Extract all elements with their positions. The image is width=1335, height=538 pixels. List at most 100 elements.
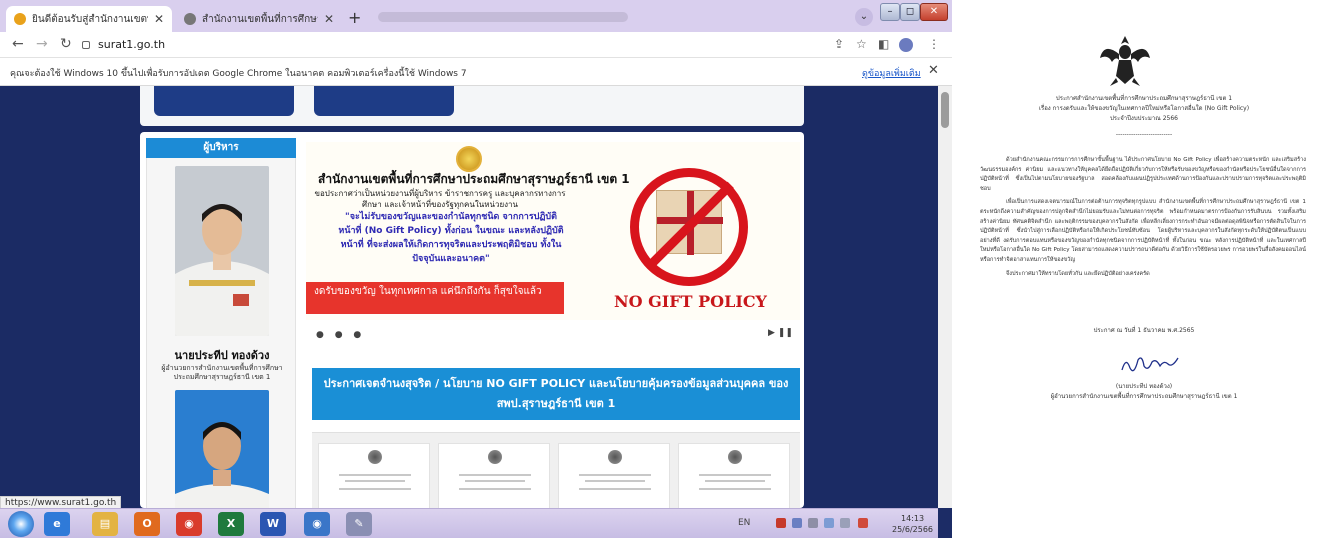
document-paragraph: จึงประกาศมาให้ทราบโดยทั่วกัน และยึดปฏิบั… — [1006, 270, 1150, 277]
scrollbar-thumb[interactable] — [941, 92, 949, 128]
document-thumbnail[interactable] — [438, 443, 550, 508]
executive-title: ผู้อำนวยการสำนักงานเขตพื้นที่การศึกษาประ… — [161, 364, 283, 381]
windows-taskbar: EN 14:13 25/6/2566 e ▤ O ◉ X W ◉ ✎ — [0, 508, 938, 538]
signer-title: ผู้อำนวยการสำนักงานเขตพื้นที่การศึกษาประ… — [1050, 393, 1238, 400]
garuda-emblem-icon — [368, 450, 382, 464]
window-close-button[interactable]: ✕ — [920, 3, 948, 21]
infobar-learn-more-link[interactable]: ดูข้อมูลเพิ่มเติม — [862, 66, 921, 80]
browser-window: ยินดีต้อนรับสู่สำนักงานเขตพื้นที่การศึกษ… — [0, 0, 952, 538]
profile-avatar-icon[interactable] — [899, 38, 913, 52]
page-scrollbar[interactable] — [938, 86, 952, 508]
menu-tile[interactable] — [314, 86, 454, 116]
screen: ยินดีต้อนรับสู่สำนักงานเขตพื้นที่การศึกษ… — [0, 0, 1335, 538]
executive-name: นายประทีป ทองด้วง — [174, 349, 270, 362]
maximize-button[interactable]: ◻ — [900, 3, 920, 21]
deputy-portrait[interactable] — [175, 390, 269, 508]
tab-close-icon[interactable]: ✕ — [324, 12, 334, 26]
side-panel-icon[interactable]: ◧ — [878, 37, 889, 51]
garuda-emblem-icon — [608, 450, 622, 464]
excel-icon[interactable]: X — [218, 512, 244, 536]
document-body: ด้วยสำนักงานคณะกรรมการการศึกษาขั้นพื้นฐา… — [980, 156, 1306, 283]
site-favicon-icon — [14, 13, 26, 25]
infobar-message: คุณจะต้องใช้ Windows 10 ขึ้นไปเพื่อรับกา… — [10, 69, 467, 79]
blurred-tab-area — [378, 12, 628, 22]
signal-tray-icon[interactable] — [840, 518, 850, 528]
minimize-button[interactable]: – — [880, 3, 900, 21]
reload-icon[interactable]: ↻ — [60, 36, 72, 52]
flag-tray-icon[interactable] — [858, 518, 868, 528]
obec-logo-icon — [456, 146, 482, 172]
tab-strip: ยินดีต้อนรับสู่สำนักงานเขตพื้นที่การศึกษ… — [0, 0, 952, 32]
tab-second[interactable]: สำนักงานเขตพื้นที่การศึกษาประถมศึกษาสุรา… — [176, 6, 342, 32]
globe-icon — [184, 13, 196, 25]
explorer-icon[interactable]: ▤ — [92, 512, 118, 536]
tab-close-icon[interactable]: ✕ — [154, 12, 164, 26]
document-thumbnail[interactable] — [678, 443, 790, 508]
document-separator: -------------------------- — [1115, 131, 1173, 138]
no-gift-policy-label: NO GIFT POLICY — [614, 292, 767, 311]
tab-active[interactable]: ยินดีต้อนรับสู่สำนักงานเขตพื้นที่การศึกษ… — [6, 6, 172, 32]
no-gift-policy-notice-link[interactable]: ประกาศเจตจำนงสุจริต / นโยบาย NO GIFT POL… — [312, 368, 800, 420]
windows-start-icon[interactable] — [8, 511, 34, 537]
clock[interactable]: 14:13 25/6/2566 — [892, 513, 933, 535]
share-icon[interactable]: ⇪ — [834, 37, 844, 51]
volume-tray-icon[interactable] — [824, 518, 834, 528]
top-menu-card — [140, 86, 804, 126]
slider-play-pause-button[interactable]: ▶ ❚❚ — [768, 328, 793, 338]
lock-icon[interactable] — [82, 41, 90, 49]
security-tray-icon[interactable] — [776, 518, 786, 528]
new-tab-button[interactable]: + — [348, 8, 361, 27]
announcement-document: ประกาศสำนักงานเขตพื้นที่การศึกษาประถมศึก… — [952, 0, 1335, 538]
slide-red-banner: งดรับของขวัญ ในทุกเทศกาล แค่นึกถึงกัน ก็… — [306, 282, 564, 314]
garuda-emblem-icon — [488, 450, 502, 464]
back-arrow-icon[interactable]: ← — [12, 36, 24, 52]
clock-time: 14:13 — [900, 514, 925, 523]
language-indicator[interactable]: EN — [738, 518, 750, 528]
slide-subheading: ขอประกาศว่าเป็นหน่วยงานที่ผู้บริหาร ข้าร… — [314, 189, 566, 209]
signature-icon — [1121, 357, 1179, 372]
tray-icon[interactable] — [808, 518, 818, 528]
main-content-card: ผู้บริหาร นายประทีป ทองด้วง ผู้อำนวยการส… — [140, 132, 804, 508]
network-tray-icon[interactable] — [792, 518, 802, 528]
document-thumbnail[interactable] — [558, 443, 670, 508]
menu-kebab-icon[interactable]: ⋮ — [928, 37, 940, 51]
chrome-infobar: คุณจะต้องใช้ Windows 10 ขึ้นไปเพื่อรับกา… — [0, 58, 952, 86]
garuda-emblem-icon — [1100, 36, 1150, 86]
document-year-line: ประจำปีงบประมาณ 2566 — [1109, 115, 1178, 122]
slide-heading: สำนักงานเขตพื้นที่การศึกษาประถมศึกษาสุรา… — [318, 172, 630, 186]
tab-title: ยินดีต้อนรับสู่สำนักงานเขตพื้นที่การศึกษ… — [32, 13, 148, 25]
document-page: ประกาศสำนักงานเขตพื้นที่การศึกษาประถมศึก… — [952, 0, 1335, 538]
document-paragraph: เพื่อเป็นการแสดงเจตนารมณ์ในการต่อต้านการ… — [980, 199, 1306, 263]
web-page[interactable]: ผู้บริหาร นายประทีป ทองด้วง ผู้อำนวยการส… — [0, 86, 938, 508]
executive-column: นายประทีป ทองด้วง ผู้อำนวยการสำนักงานเขต… — [146, 158, 296, 508]
ie-icon[interactable]: e — [44, 512, 70, 536]
url-field[interactable]: surat1.go.th — [82, 35, 802, 55]
outlook-icon[interactable]: O — [134, 512, 160, 536]
banner-slider[interactable]: สำนักงานเขตพื้นที่การศึกษาประถมศึกษาสุรา… — [306, 142, 800, 320]
document-thumbnails — [312, 432, 800, 508]
paint-icon[interactable]: ✎ — [346, 512, 372, 536]
infobar-close-icon[interactable]: ✕ — [928, 63, 939, 78]
forward-arrow-icon[interactable]: → — [36, 36, 48, 52]
document-subject-line: เรื่อง การงดรับและให้ของขวัญในเทศกาลปีให… — [1038, 105, 1250, 112]
slider-dots[interactable]: ● ● ● — [316, 330, 365, 340]
tab-title: สำนักงานเขตพื้นที่การศึกษาประถมศึกษาสุรา… — [202, 13, 318, 25]
document-date-line: ประกาศ ณ วันที่ 1 ธันวาคม พ.ศ.2565 — [1093, 327, 1195, 334]
executive-portrait[interactable] — [175, 166, 269, 336]
tab-search-chevron-icon[interactable]: ⌄ — [855, 8, 873, 26]
document-paragraph: ด้วยสำนักงานคณะกรรมการการศึกษาขั้นพื้นฐา… — [980, 157, 1306, 192]
address-bar: ← → ↻ surat1.go.th ⇪ ☆ ◧ ⋮ — [0, 32, 952, 58]
chrome-icon[interactable]: ◉ — [176, 512, 202, 536]
menu-tile[interactable] — [154, 86, 294, 116]
url-text: surat1.go.th — [98, 38, 166, 51]
document-title-line: ประกาศสำนักงานเขตพื้นที่การศึกษาประถมศึก… — [1055, 95, 1233, 102]
executive-header: ผู้บริหาร — [146, 138, 296, 158]
clock-date: 25/6/2566 — [892, 525, 934, 534]
word-icon[interactable]: W — [260, 512, 286, 536]
bookmark-star-icon[interactable]: ☆ — [856, 37, 867, 51]
chrome-active-icon[interactable]: ◉ — [304, 512, 330, 536]
garuda-emblem-icon — [728, 450, 742, 464]
signer-name: (นายประทีป ทองด้วง) — [1115, 383, 1173, 390]
document-thumbnail[interactable] — [318, 443, 430, 508]
slide-quote: "จะไม่รับของขวัญและของกำนัลทุกชนิด จากกา… — [338, 212, 564, 264]
